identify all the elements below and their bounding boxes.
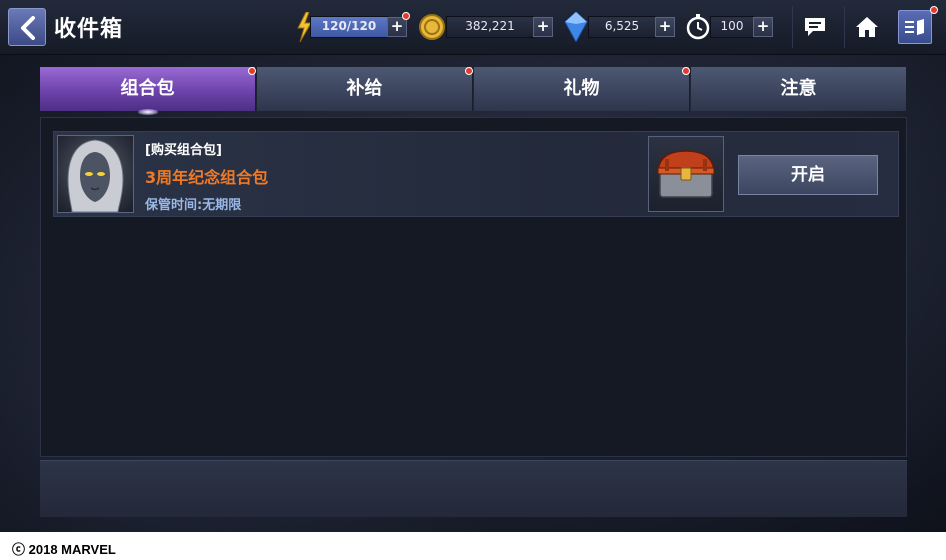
tab-gift-label: 礼物 — [563, 78, 600, 99]
timer-counter: 100 + — [686, 14, 776, 40]
gold-coin-icon — [419, 14, 445, 40]
tab-notice[interactable]: 注意 — [691, 67, 907, 111]
game-screen: 收件箱 120/120 + 382,221 + 6,525 + 100 + 组合… — [0, 0, 946, 532]
energy-value: 120/120 — [321, 19, 377, 33]
menu-icon — [905, 19, 924, 35]
screen-title: 收件箱 — [54, 17, 124, 42]
inbox-panel: [购买组合包] 3周年纪念组合包 保管时间:无期限 开启 — [40, 117, 907, 457]
copyright-icon: ⓒ — [12, 542, 29, 557]
add-energy-button[interactable]: + — [387, 17, 407, 37]
menu-button[interactable] — [898, 10, 932, 44]
tab-gift-notification-dot — [682, 67, 690, 75]
timer-value: 100 — [720, 19, 744, 33]
item-category: [购买组合包] — [145, 143, 222, 158]
character-portrait — [57, 135, 134, 213]
copyright-notice: ⓒ 2018 MARVEL — [12, 539, 116, 558]
panel-footer-bar — [40, 460, 907, 517]
home-button[interactable] — [844, 6, 889, 48]
open-button[interactable]: 开启 — [738, 155, 878, 195]
crystal-icon — [564, 12, 588, 42]
treasure-chest-icon — [657, 150, 715, 198]
tab-bundle-notification-dot — [248, 67, 256, 75]
crystal-counter: 6,525 + — [564, 12, 676, 42]
gold-value: 382,221 — [465, 19, 515, 33]
tab-notice-label: 注意 — [780, 78, 817, 99]
menu-notification-dot — [930, 6, 938, 14]
energy-counter: 120/120 + — [296, 12, 414, 42]
tab-gift[interactable]: 礼物 — [474, 67, 690, 111]
chat-button[interactable] — [792, 6, 837, 48]
add-crystals-button[interactable]: + — [655, 17, 675, 37]
back-arrow-icon — [21, 16, 35, 40]
crystal-value: 6,525 — [604, 19, 640, 33]
item-name: 3周年纪念组合包 — [145, 168, 269, 187]
item-expiry: 保管时间:无期限 — [145, 198, 242, 213]
tab-supply-label: 补给 — [346, 78, 383, 99]
home-icon — [856, 17, 878, 37]
top-bar: 收件箱 120/120 + 382,221 + 6,525 + 100 + — [0, 0, 946, 55]
reward-chest — [648, 136, 724, 212]
tab-bundle-label: 组合包 — [120, 78, 175, 99]
inbox-item: [购买组合包] 3周年纪念组合包 保管时间:无期限 开启 — [53, 131, 899, 217]
hooded-character-icon — [67, 139, 124, 212]
tab-supply-notification-dot — [465, 67, 473, 75]
add-timer-button[interactable]: + — [753, 17, 773, 37]
chat-icon — [805, 18, 825, 36]
back-button[interactable] — [8, 8, 46, 46]
gold-counter: 382,221 + — [418, 14, 554, 40]
energy-notification-dot — [402, 12, 410, 20]
tab-supply[interactable]: 补给 — [257, 67, 473, 111]
stopwatch-icon — [686, 14, 710, 40]
tab-bundle[interactable]: 组合包 — [40, 67, 256, 115]
add-gold-button[interactable]: + — [533, 17, 553, 37]
tab-bar: 组合包 补给 礼物 注意 — [40, 67, 907, 115]
copyright-text: 2018 MARVEL — [28, 542, 116, 557]
